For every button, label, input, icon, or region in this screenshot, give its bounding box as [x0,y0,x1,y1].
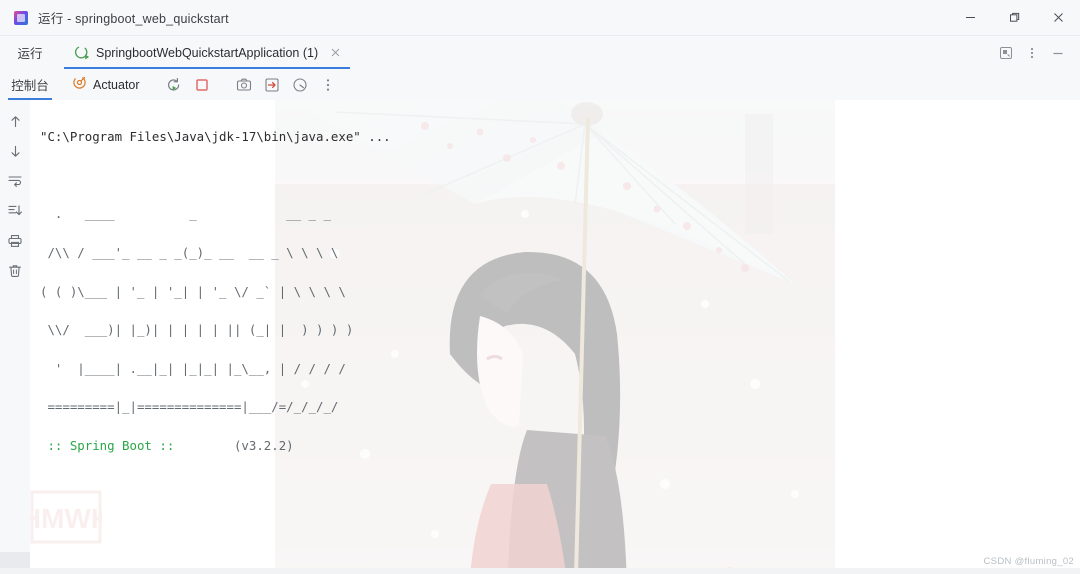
spring-boot-version: (v3.2.2) [181,438,294,454]
screenshot-icon[interactable] [232,73,256,97]
spring-boot-label: :: Spring Boot :: [40,438,182,454]
scroll-up-icon[interactable] [4,110,26,132]
console-toolbar: 控制台 Actuator [0,69,1080,100]
run-tab-bar: 运行 SpringbootWebQuickstartApplication (1… [0,36,1080,69]
console-output-panel[interactable]: "C:\Program Files\Java\jdk-17\bin\java.e… [30,100,1080,574]
minimize-tool-window-icon[interactable] [1046,41,1070,65]
maximize-button[interactable] [992,0,1036,36]
spring-banner-line: \\/ ___)| |_)| | | | | || (_| | ) ) ) ) [40,322,354,338]
console-action-icons [162,73,340,97]
scroll-to-end-icon[interactable] [4,200,26,222]
stop-icon[interactable] [190,73,214,97]
tool-window-actions [994,41,1080,65]
tab-label: SpringbootWebQuickstartApplication (1) [96,45,319,60]
print-icon[interactable] [4,230,26,252]
actuator-label: Actuator [93,77,140,92]
close-button[interactable] [1036,0,1080,36]
console-side-toolbar [0,100,30,574]
spring-banner-line: =========|_|==============|___/=/_/_/_/ [40,399,339,415]
spring-banner-line: ( ( )\___ | '_ | '_| | '_ \/ _` | \ \ \ … [40,283,346,299]
spring-banner-line: ' |____| .__|_| |_|_| |_\__, | / / / / [40,360,346,376]
console-text: "C:\Program Files\Java\jdk-17\bin\java.e… [30,100,1080,574]
java-command-line: "C:\Program Files\Java\jdk-17\bin\java.e… [40,129,391,145]
more-options-icon[interactable] [316,73,340,97]
window-title: 运行 - springboot_web_quickstart [38,12,229,26]
settings-icon[interactable] [994,41,1018,65]
spring-banner-line: /\\ / ___'_ __ _ _(_)_ __ __ _ \ \ \ \ [40,245,339,261]
tab-actuator[interactable]: Actuator [66,73,146,97]
rerun-icon[interactable] [162,73,186,97]
tab-console[interactable]: 控制台 [0,69,60,100]
profiler-gauge-icon[interactable] [288,73,312,97]
console-tab-label: 控制台 [11,79,49,93]
minimize-button[interactable] [948,0,992,36]
spring-banner-footer: :: Spring Boot :: (v3.2.2) [40,436,1080,455]
export-icon[interactable] [260,73,284,97]
spring-run-icon [74,45,90,61]
title-bar: 运行 - springboot_web_quickstart [0,0,1080,36]
soft-wrap-icon[interactable] [4,170,26,192]
scroll-down-icon[interactable] [4,140,26,162]
clear-all-icon[interactable] [4,260,26,282]
gutter-bottom-block [0,552,30,568]
run-tool-window: 运行 - springboot_web_quickstart 运行 Spring… [0,0,1080,574]
spring-banner-line: . ____ _ __ _ _ [40,206,331,222]
window-bottom-strip [0,568,1080,574]
tab-springboot-application[interactable]: SpringbootWebQuickstartApplication (1) [64,36,351,69]
more-options-icon[interactable] [1020,41,1044,65]
window-controls [948,0,1080,36]
intellij-idea-icon [14,10,28,25]
close-icon[interactable] [328,46,342,60]
run-panel-label: 运行 [17,47,43,61]
actuator-icon [72,75,87,95]
